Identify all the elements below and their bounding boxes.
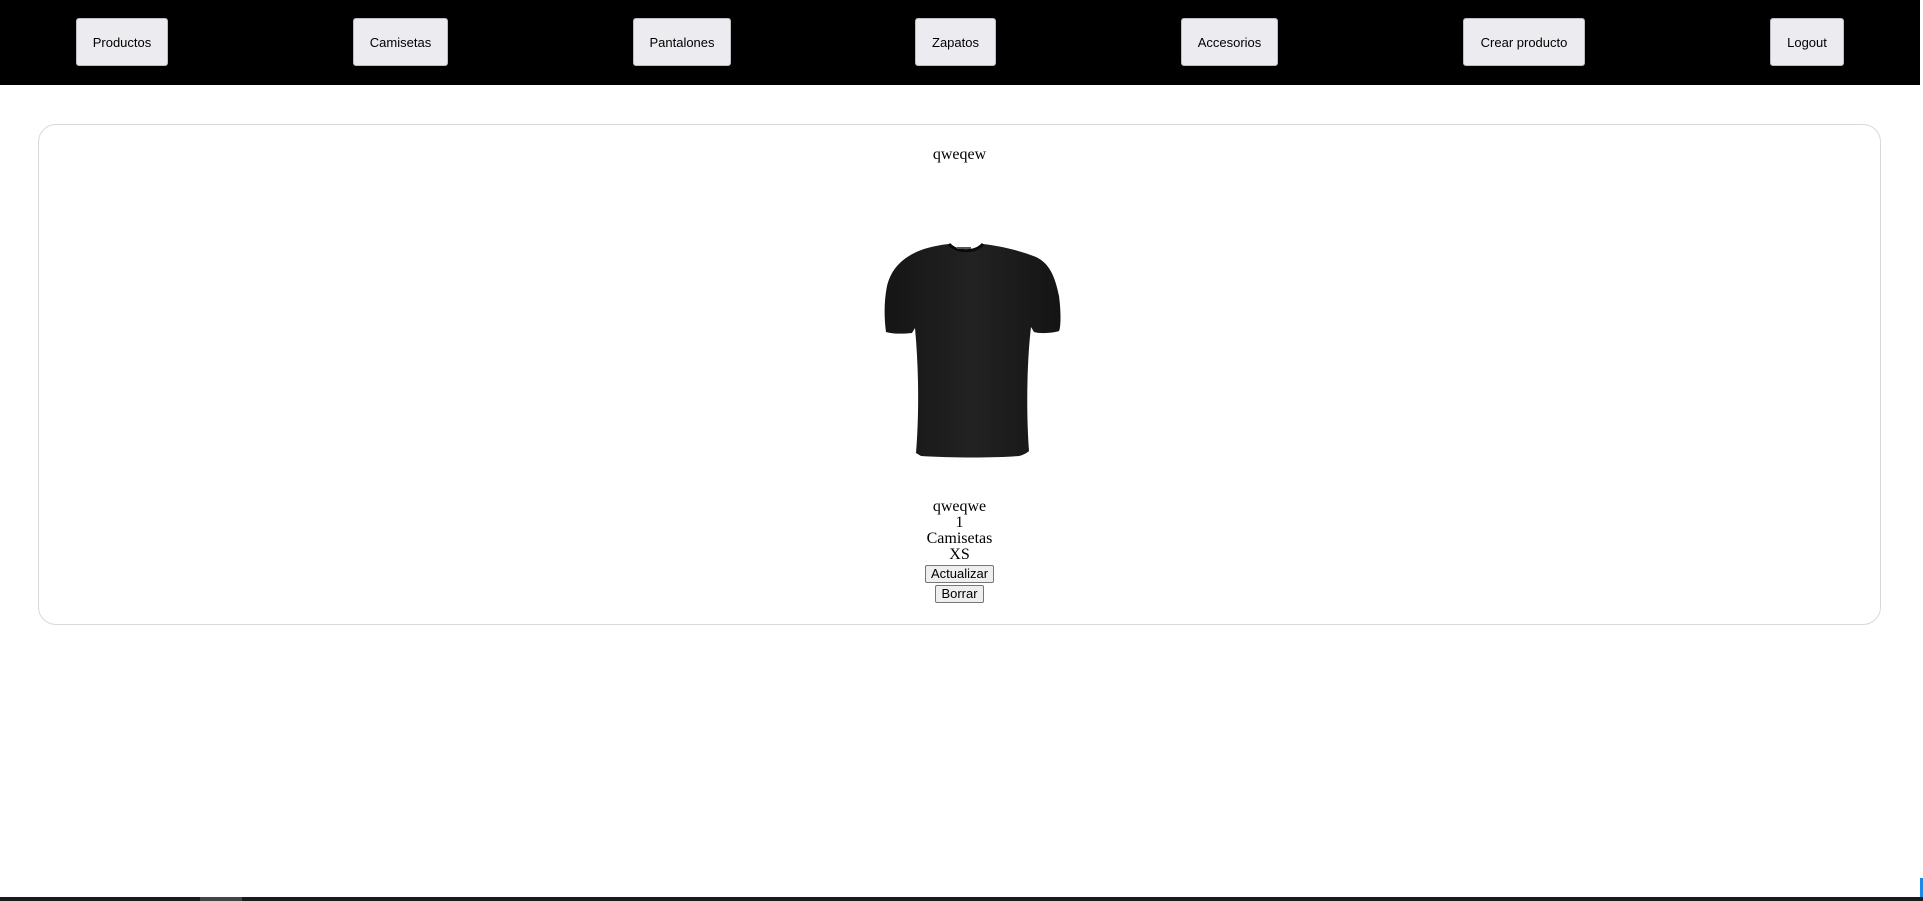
nav-zapatos-button[interactable]: Zapatos [915,18,996,66]
nav-crear-producto-button[interactable]: Crear producto [1463,18,1585,66]
delete-row: Borrar [39,585,1880,603]
product-card: qweqew qweqwe 1 Camisetas XS Actualizar … [38,124,1881,625]
product-quantity: 1 [955,514,964,531]
top-navigation-bar: Productos Camisetas Pantalones Zapatos A… [0,0,1920,85]
update-row: Actualizar [39,565,1880,583]
nav-camisetas-button[interactable]: Camisetas [353,18,448,66]
black-tshirt-image [884,242,1061,458]
nav-logout-button[interactable]: Logout [1770,18,1844,66]
product-category: Camisetas [926,530,993,547]
update-button[interactable]: Actualizar [924,565,995,583]
delete-button[interactable]: Borrar [935,585,984,603]
product-size: XS [949,546,970,563]
nav-productos-button[interactable]: Productos [76,18,168,66]
nav-accesorios-button[interactable]: Accesorios [1181,18,1278,66]
taskbar-strip [0,897,1923,901]
product-info: qweqwe 1 Camisetas XS Actualizar Borrar [39,499,1880,603]
nav-pantalones-button[interactable]: Pantalones [633,18,731,66]
product-title: qweqew [932,146,987,163]
product-description: qweqwe [932,498,987,515]
taskbar-item [200,897,242,901]
